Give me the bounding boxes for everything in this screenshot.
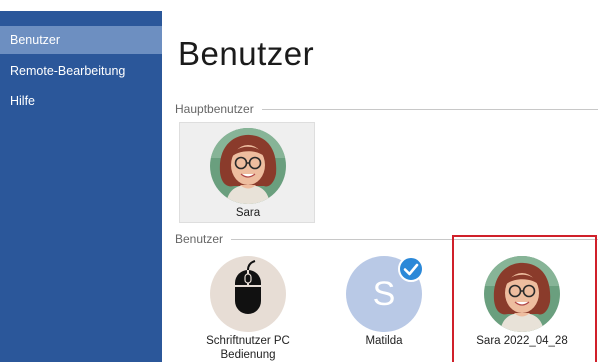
main-user-name: Sara xyxy=(235,207,261,219)
user-name-line1: Schriftnutzer PC xyxy=(206,335,290,347)
section-label-main-user: Hauptbenutzer xyxy=(175,102,262,116)
user-photo xyxy=(484,256,560,332)
user-tile-matilda[interactable]: S Matilda xyxy=(331,252,437,362)
mouse-icon xyxy=(210,256,286,332)
user-name: Sara 2022_04_28 xyxy=(476,335,568,347)
user-name: Matilda xyxy=(365,335,403,347)
sidebar: Benutzer Remote-Bearbeitung Hilfe xyxy=(0,11,162,362)
avatar xyxy=(484,256,560,332)
avatar xyxy=(210,128,286,204)
top-strip xyxy=(0,0,599,11)
sidebar-item-hilfe[interactable]: Hilfe xyxy=(0,87,162,115)
user-tile-schriftnutzer[interactable]: Schriftnutzer PC Bedienung xyxy=(195,252,301,362)
sidebar-item-remote-bearbeitung[interactable]: Remote-Bearbeitung xyxy=(0,57,162,85)
user-photo xyxy=(210,128,286,204)
sidebar-item-benutzer[interactable]: Benutzer xyxy=(0,26,162,54)
user-tile-sara-2022-04-28[interactable]: Sara 2022_04_28 xyxy=(462,252,588,362)
user-name-line2: Bedienung xyxy=(220,349,276,361)
page-title: Benutzer xyxy=(178,35,315,72)
section-label-users: Benutzer xyxy=(175,232,232,246)
checkmark-icon xyxy=(398,256,424,282)
main-user-card[interactable]: Sara xyxy=(179,122,315,223)
